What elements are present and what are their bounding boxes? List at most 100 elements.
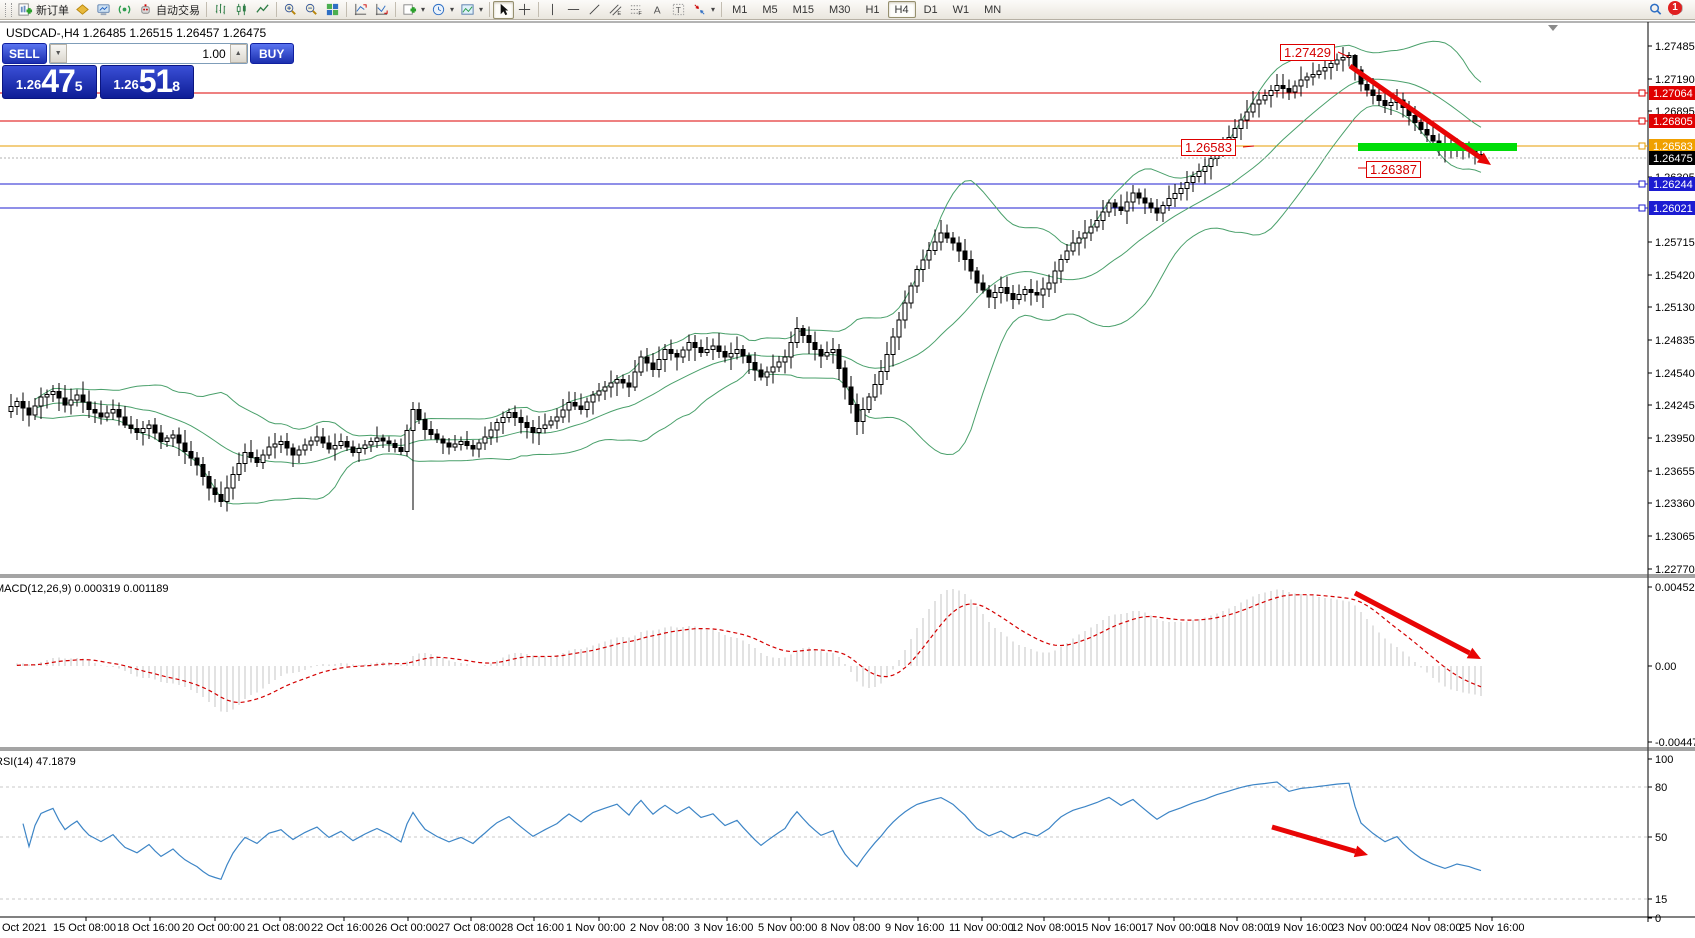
candle-body — [1329, 64, 1333, 68]
signals-button[interactable] — [114, 1, 135, 19]
notification-badge[interactable]: 1 — [1668, 1, 1682, 15]
price-annotation-label[interactable]: 1.27429 — [1280, 44, 1335, 61]
auto-trading-button[interactable]: 自动交易 — [135, 1, 203, 19]
new-order-button[interactable]: 新订单 — [15, 1, 72, 19]
label-tool[interactable]: T — [668, 1, 689, 19]
trendline-tool[interactable] — [584, 1, 605, 19]
indicator-window2-button[interactable] — [371, 1, 392, 19]
chart-canvas[interactable]: 1.274851.271901.268951.263051.257151.254… — [0, 0, 1695, 938]
volume-input[interactable] — [67, 44, 230, 63]
new-order-label: 新订单 — [36, 2, 69, 18]
candle-body — [63, 398, 67, 405]
hline-handle[interactable] — [1639, 205, 1645, 211]
new-chart-button[interactable] — [72, 1, 93, 19]
buy-price-prefix: 1.26 — [113, 74, 138, 96]
time-axis-label: 15 Oct 08:00 — [53, 922, 116, 934]
cursor-tool-button[interactable] — [493, 1, 514, 19]
trend-arrow[interactable] — [1272, 827, 1356, 851]
sell-button[interactable]: SELL — [2, 43, 47, 64]
timeframe-m5[interactable]: M5 — [755, 1, 784, 18]
volume-decrease-button[interactable]: ▼ — [50, 44, 67, 63]
timeframe-h4[interactable]: H4 — [888, 1, 916, 18]
chart-template-button[interactable]: ▾ — [457, 1, 486, 19]
candle-body — [225, 488, 229, 501]
add-indicator-button[interactable]: ▾ — [399, 1, 428, 19]
candle-body — [801, 328, 805, 335]
fibonacci-tool[interactable]: F — [626, 1, 647, 19]
candle-body — [387, 441, 391, 444]
indicator-window2-icon — [374, 2, 389, 17]
time-axis-label: 3 Nov 16:00 — [694, 922, 753, 934]
price-annotation-label[interactable]: 1.26583 — [1181, 139, 1236, 156]
candle-body — [765, 372, 769, 377]
template-icon — [460, 2, 475, 17]
text-tool[interactable]: A — [647, 1, 668, 19]
channel-tool[interactable]: E — [605, 1, 626, 19]
candle-body — [831, 349, 835, 352]
crosshair-tool-button[interactable] — [514, 1, 535, 19]
zoom-out-button[interactable] — [301, 1, 322, 19]
volume-increase-button[interactable]: ▲ — [230, 44, 247, 63]
timeframe-m15[interactable]: M15 — [786, 1, 821, 18]
hline-handle[interactable] — [1639, 118, 1645, 124]
timeframe-mn[interactable]: MN — [977, 1, 1008, 18]
rsi-tick-label: 0 — [1655, 913, 1661, 925]
timeframe-d1[interactable]: D1 — [917, 1, 945, 18]
trend-arrow-head[interactable] — [1354, 846, 1368, 858]
hline-handle[interactable] — [1639, 181, 1645, 187]
tile-windows-button[interactable] — [322, 1, 343, 19]
candle-body — [1071, 243, 1075, 251]
horizontal-line-tool[interactable] — [563, 1, 584, 19]
trend-arrow[interactable] — [1355, 593, 1469, 653]
time-axis-label: 15 Nov 16:00 — [1076, 922, 1141, 934]
toolbar-grip[interactable] — [5, 3, 12, 17]
price-tag-label: 1.26475 — [1653, 153, 1693, 165]
price-tick-label: 1.25130 — [1655, 302, 1695, 314]
candle-body — [363, 445, 367, 449]
candle-body — [1425, 130, 1429, 136]
bar-chart-button[interactable] — [210, 1, 231, 19]
timeframe-m30[interactable]: M30 — [822, 1, 857, 18]
toolbar-separator — [721, 2, 722, 17]
candle-body — [339, 442, 343, 446]
zoom-in-button[interactable] — [280, 1, 301, 19]
hline-handle[interactable] — [1639, 143, 1645, 149]
time-axis-label: 17 Nov 00:00 — [1141, 922, 1206, 934]
candle-body — [915, 270, 919, 287]
buy-price-panel[interactable]: 1.26518 — [100, 65, 195, 99]
search-button[interactable] — [1645, 1, 1666, 19]
hline-handle[interactable] — [1639, 90, 1645, 96]
candle-body — [9, 407, 13, 412]
candle-body — [141, 429, 145, 433]
price-annotation-label[interactable]: 1.26387 — [1366, 161, 1421, 178]
candle-body — [681, 350, 685, 357]
green-highlight-zone[interactable] — [1358, 143, 1517, 151]
candle-body — [1113, 203, 1117, 207]
candle-body — [927, 251, 931, 260]
rsi-line — [23, 782, 1481, 879]
timeframe-w1[interactable]: W1 — [946, 1, 977, 18]
arrows-tool[interactable]: ▾ — [689, 1, 718, 19]
sell-price-panel[interactable]: 1.26475 — [2, 65, 97, 99]
timeframe-h1[interactable]: H1 — [858, 1, 886, 18]
candle-body — [207, 476, 211, 488]
buy-button[interactable]: BUY — [250, 43, 294, 64]
bollinger-mid-band — [35, 79, 1481, 464]
candle-body — [303, 445, 307, 450]
time-axis-label: 23 Nov 00:00 — [1332, 922, 1397, 934]
candle-body — [177, 435, 181, 443]
timeframe-m1[interactable]: M1 — [725, 1, 754, 18]
candle-body — [27, 408, 31, 415]
line-chart-button[interactable] — [252, 1, 273, 19]
chart-shift-marker[interactable] — [1548, 25, 1558, 31]
time-axis-label: Oct 2021 — [2, 922, 47, 934]
candle-body — [921, 260, 925, 269]
indicator-window-button[interactable] — [350, 1, 371, 19]
dropdown-caret: ▾ — [421, 5, 425, 14]
vertical-line-icon — [545, 2, 560, 17]
periods-button[interactable]: ▾ — [428, 1, 457, 19]
candle-chart-button[interactable] — [231, 1, 252, 19]
market-watch-button[interactable] — [93, 1, 114, 19]
vertical-line-tool[interactable] — [542, 1, 563, 19]
candle-body — [621, 379, 625, 383]
